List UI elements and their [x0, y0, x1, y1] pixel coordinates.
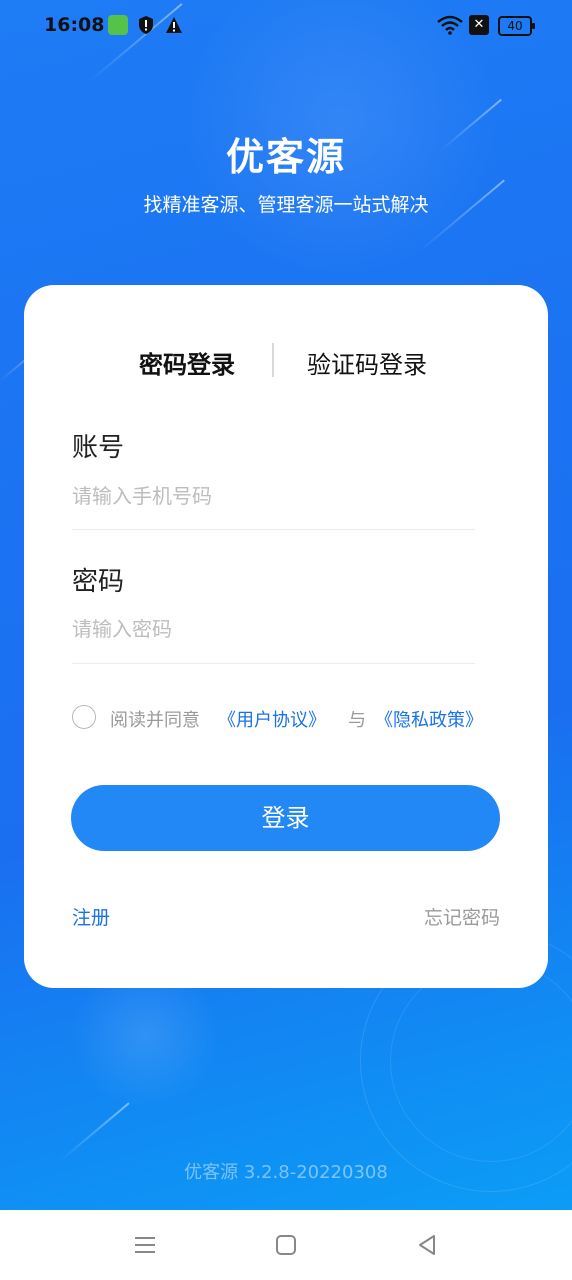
agreement-prefix: 阅读并同意	[110, 710, 200, 731]
background-ring	[390, 960, 572, 1162]
home-icon[interactable]	[271, 1230, 301, 1260]
password-input[interactable]	[72, 611, 475, 647]
password-label: 密码	[72, 567, 125, 597]
app-subtitle: 找精准客源、管理客源一站式解决	[143, 194, 429, 216]
wifi-icon	[437, 15, 463, 35]
app-title: 优客源	[225, 135, 346, 179]
menu-icon[interactable]	[130, 1230, 160, 1260]
status-bar: 16:08 ✕ 40	[0, 0, 572, 52]
warning-icon	[166, 17, 182, 33]
login-card: 密码登录 验证码登录 账号 密码 阅读并同意 《用户协议》 与 《隐私政策》 登…	[24, 285, 548, 988]
version-text: 优客源 3.2.8-20220308	[184, 1162, 388, 1183]
x-box-icon: ✕	[469, 15, 489, 35]
background-streak	[59, 1102, 130, 1162]
password-underline	[72, 663, 475, 664]
login-screen: 16:08 ✕ 40 优客源 找精准客源、管理客源一站式解决 密码登录 验证码登…	[0, 0, 572, 1280]
tab-divider	[272, 343, 274, 377]
agreement-and: 与	[348, 710, 366, 731]
register-link[interactable]: 注册	[72, 903, 110, 930]
agreement-radio[interactable]	[72, 705, 96, 729]
privacy-policy-link[interactable]: 《隐私政策》	[375, 706, 483, 732]
back-icon[interactable]	[412, 1230, 442, 1260]
battery-icon: 40	[498, 16, 535, 36]
navigation-bar	[0, 1210, 572, 1280]
user-agreement-link[interactable]: 《用户协议》	[218, 706, 326, 732]
shield-icon	[139, 16, 153, 34]
login-button[interactable]: 登录	[71, 785, 500, 851]
account-label: 账号	[72, 433, 125, 463]
forgot-password-link[interactable]: 忘记密码	[424, 903, 500, 930]
tab-code-login[interactable]: 验证码登录	[307, 345, 427, 380]
tab-password-login[interactable]: 密码登录	[139, 345, 235, 380]
status-time: 16:08	[44, 14, 105, 36]
account-input[interactable]	[72, 478, 475, 514]
shopping-bag-icon	[108, 15, 128, 35]
account-underline	[72, 529, 475, 530]
